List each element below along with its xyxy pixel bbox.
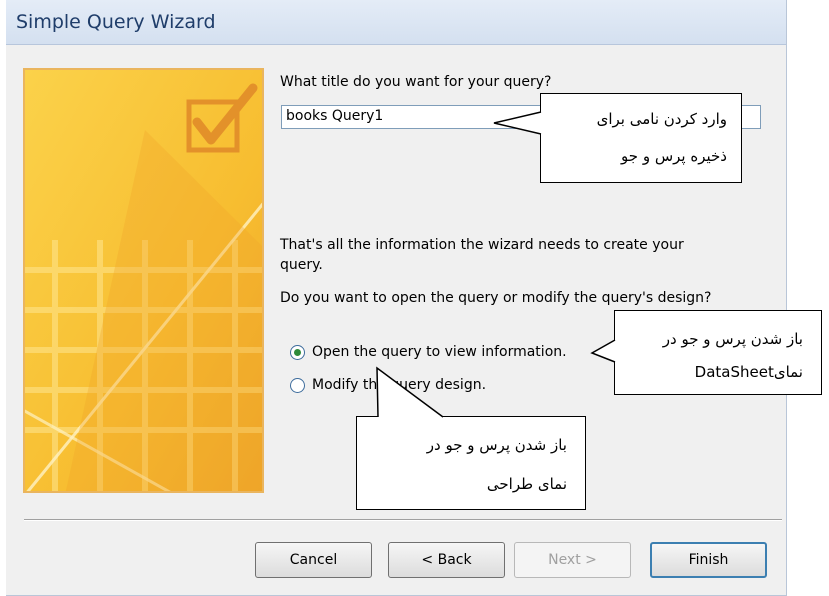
callout-design-view: باز شدن پرس و جو در نمای طراحی (356, 416, 586, 510)
radio-modify-design-label[interactable]: Modify the query design. (312, 377, 486, 393)
radio-open-query-label[interactable]: Open the query to view information. (312, 344, 567, 360)
radio-modify-design[interactable]: Modify the query design. (290, 377, 486, 393)
radio-open-query[interactable]: Open the query to view information. (290, 344, 567, 360)
cancel-button[interactable]: Cancel (255, 542, 372, 578)
info-label: That's all the information the wizard ne… (280, 235, 684, 275)
callout-save-name: وارد کردن نامی برای ذخیره پرس و جو (540, 93, 742, 183)
title-bar: Simple Query Wizard (6, 0, 786, 45)
callout-save-name-line2: ذخیره پرس و جو (621, 147, 727, 165)
title-question-label: What title do you want for your query? (280, 74, 552, 90)
info-line-1: That's all the information the wizard ne… (280, 237, 684, 253)
radio-button-selected[interactable] (290, 344, 305, 360)
back-button[interactable]: < Back (388, 542, 505, 578)
window-title: Simple Query Wizard (16, 11, 216, 33)
callout-open-datasheet-line1: باز شدن پرس و جو در (662, 330, 803, 348)
next-button[interactable]: Next > (514, 542, 631, 578)
query-title-value: books Query1 (286, 108, 384, 124)
callout-design-view-line1: باز شدن پرس و جو در (426, 436, 567, 454)
callout-open-datasheet-line2: نمایDataSheet (694, 363, 803, 381)
callout-design-view-line2: نمای طراحی (486, 475, 567, 493)
divider (24, 519, 782, 521)
info-line-2: query. (280, 257, 323, 273)
finish-button[interactable]: Finish (650, 542, 767, 578)
open-question-label: Do you want to open the query or modify … (280, 290, 712, 306)
wizard-illustration (23, 68, 264, 493)
callout-open-datasheet: باز شدن پرس و جو در نمایDataSheet (614, 310, 822, 395)
callout-save-name-line1: وارد کردن نامی برای (596, 110, 727, 128)
radio-button-unselected[interactable] (290, 377, 305, 393)
